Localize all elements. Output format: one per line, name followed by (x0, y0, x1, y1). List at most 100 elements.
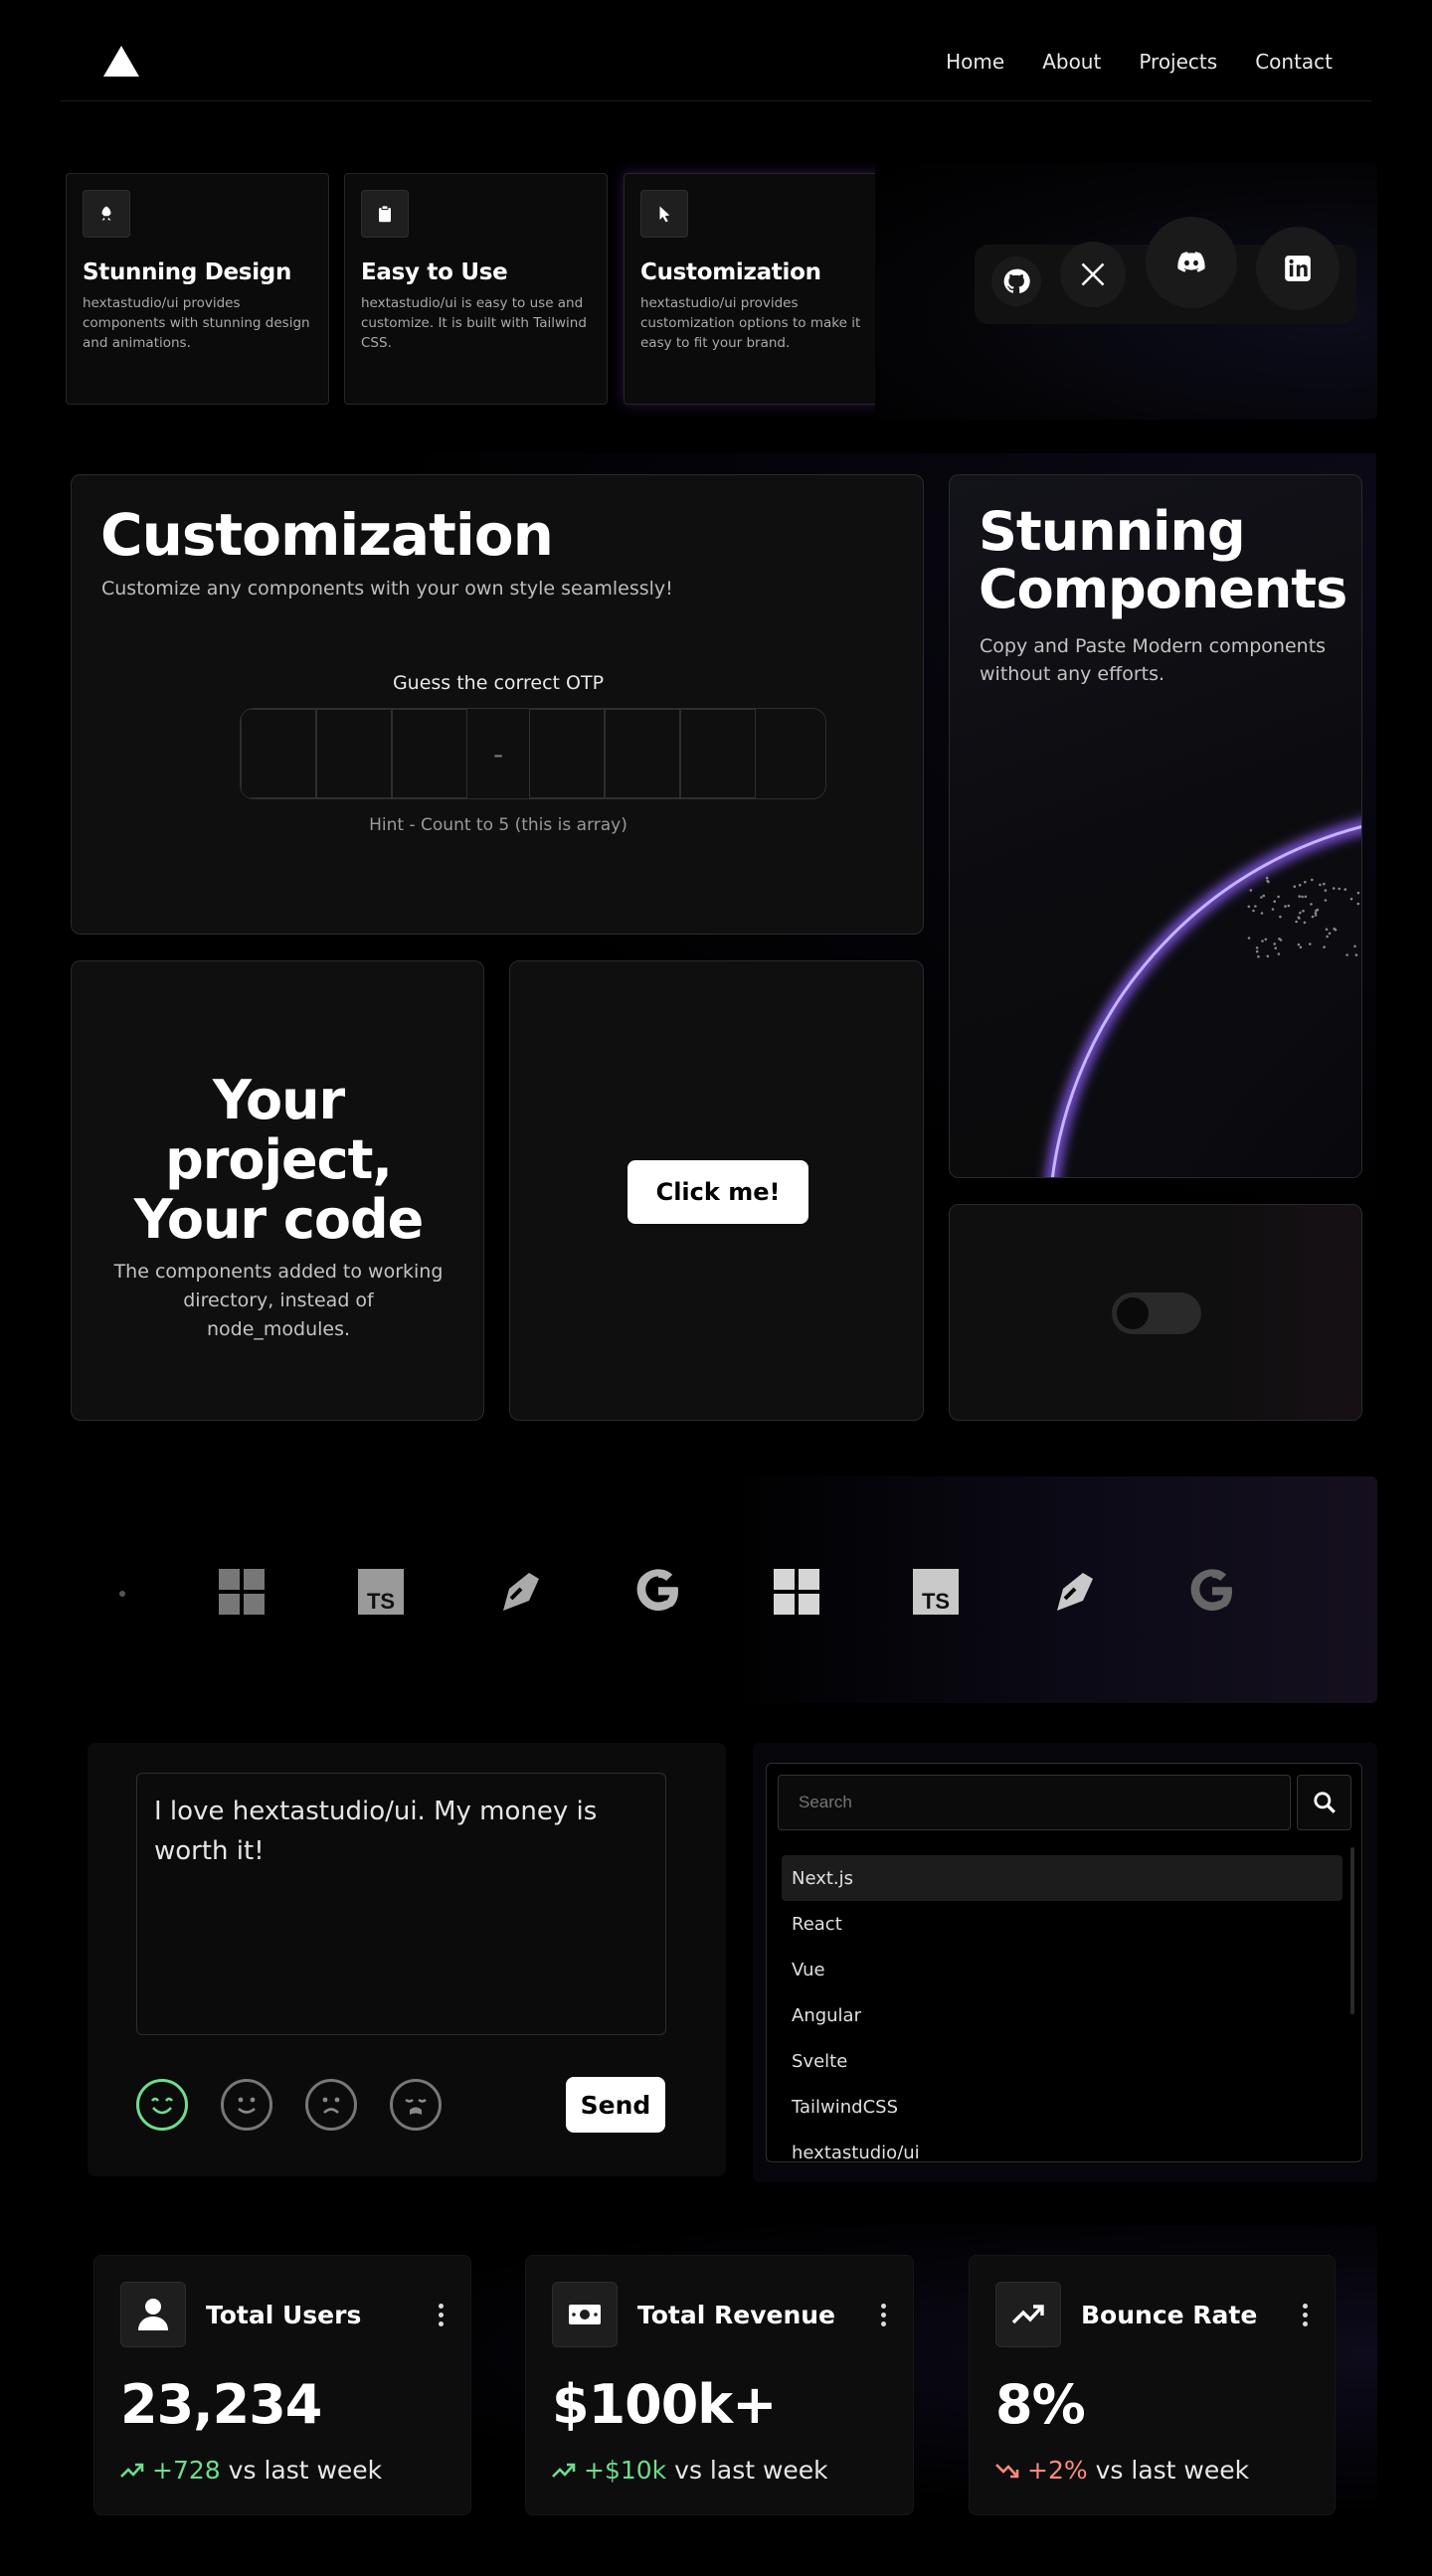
more-options-icon[interactable] (1303, 2303, 1309, 2326)
search-list-scrollbar[interactable] (1350, 1847, 1354, 2014)
globe-dot (1266, 954, 1270, 958)
otp-input-group: - (240, 708, 826, 799)
typescript-icon: TS (913, 1569, 959, 1619)
otp-label: Guess the correct OTP (392, 672, 605, 694)
otp-digit-input[interactable] (605, 709, 680, 798)
x-icon[interactable] (1060, 242, 1126, 307)
feature-card[interactable]: Customization hextastudio/ui provides cu… (624, 173, 887, 405)
feature-card[interactable]: Stunning Design hextastudio/ui provides … (66, 173, 329, 405)
triangle-logo-icon[interactable] (103, 46, 139, 77)
otp-digit-input[interactable] (680, 709, 756, 798)
click-card: Click me! (509, 960, 924, 1421)
project-desc: The components added to working director… (113, 1261, 444, 1340)
rocket-logo-icon (1051, 1569, 1097, 1619)
crying-emoji-icon[interactable] (390, 2079, 442, 2131)
customization-title: Customization (100, 501, 554, 569)
emoji-picker (136, 2079, 442, 2131)
globe-dot (1343, 888, 1347, 891)
globe-dot (1298, 895, 1301, 898)
linkedin-icon[interactable] (1256, 227, 1340, 310)
globe-dot (1349, 897, 1353, 901)
feature-title: Stunning Design (83, 259, 292, 285)
feedback-textarea[interactable]: I love hextastudio/ui. My money is worth… (136, 1773, 666, 2035)
stat-delta-suffix: vs last week (674, 2456, 828, 2485)
globe-dot (1311, 878, 1314, 882)
feature-card[interactable]: Easy to Use hextastudio/ui is easy to us… (344, 173, 608, 405)
otp-digit-input[interactable] (529, 709, 605, 798)
globe-dot (1345, 953, 1348, 956)
globe-dot (1310, 903, 1313, 906)
globe-dot (1273, 943, 1276, 945)
globe-dot (1297, 916, 1301, 919)
discord-icon[interactable] (1146, 217, 1237, 308)
globe-dot (1298, 883, 1302, 887)
toggle-knob (1117, 1297, 1149, 1329)
trend-up-icon (120, 2463, 144, 2478)
nav-link-contact[interactable]: Contact (1255, 50, 1333, 74)
globe-dot (1261, 940, 1264, 943)
globe-dot (1247, 937, 1251, 940)
list-item[interactable]: hextastudio/ui (782, 2130, 1342, 2160)
list-item[interactable]: Svelte (782, 2038, 1342, 2084)
globe-dot (1325, 928, 1329, 932)
money-icon (552, 2282, 618, 2347)
rocket-logo-icon (497, 1569, 543, 1619)
globe-dot (1297, 943, 1301, 946)
stat-value: $100k+ (552, 2373, 777, 2436)
globe-dot (1255, 946, 1259, 949)
windows-icon (219, 1569, 265, 1619)
globe-dot (1314, 912, 1318, 915)
globe-dot (1255, 949, 1259, 953)
search-button[interactable] (1297, 1775, 1351, 1830)
otp-digit-input[interactable] (241, 709, 316, 798)
globe-dot (1277, 895, 1280, 899)
project-title: Your project, Your code (133, 1069, 425, 1251)
google-icon (1188, 1567, 1236, 1619)
globe-dot (1333, 927, 1336, 931)
happy-emoji-icon[interactable] (136, 2079, 188, 2131)
list-item[interactable]: Next.js (782, 1855, 1342, 1901)
globe-dot (1273, 900, 1276, 903)
search-icon (1313, 1792, 1336, 1813)
list-item[interactable]: Angular (782, 1992, 1342, 2038)
trend-down-icon (995, 2463, 1019, 2478)
neutral-emoji-icon[interactable] (221, 2079, 272, 2131)
more-options-icon[interactable] (439, 2303, 445, 2326)
send-button[interactable]: Send (566, 2077, 665, 2133)
globe-dot (1324, 889, 1328, 892)
globe-dot (1260, 896, 1263, 899)
trend-up-icon (552, 2463, 576, 2478)
toggle-card (949, 1204, 1362, 1421)
more-options-icon[interactable] (881, 2303, 887, 2326)
stat-card: Bounce Rate 8% +2% vs last week (969, 2255, 1336, 2515)
stat-delta-value: +$10k (584, 2456, 667, 2485)
globe-dot (1323, 945, 1326, 948)
nav-link-about[interactable]: About (1042, 50, 1101, 74)
search-input[interactable] (778, 1775, 1291, 1830)
globe-dot (1254, 905, 1257, 908)
click-me-button[interactable]: Click me! (627, 1160, 808, 1224)
github-icon[interactable] (991, 257, 1041, 306)
globe-dot (1284, 905, 1287, 908)
otp-digit-input[interactable] (392, 709, 467, 798)
globe-illustration (1046, 820, 1361, 1177)
list-item[interactable]: TailwindCSS (782, 2084, 1342, 2130)
globe-dot (1356, 902, 1360, 906)
stat-value: 23,234 (120, 2373, 322, 2436)
otp-digit-input[interactable] (316, 709, 392, 798)
nav-link-projects[interactable]: Projects (1139, 50, 1217, 74)
list-item[interactable]: React (782, 1901, 1342, 1947)
toggle-switch[interactable] (1112, 1292, 1201, 1334)
globe-dot (1354, 953, 1358, 956)
globe-dot (1295, 920, 1298, 924)
google-icon (634, 1567, 682, 1619)
nav-link-home[interactable]: Home (946, 50, 1004, 74)
svg-text:TS: TS (367, 1589, 395, 1614)
sad-emoji-icon[interactable] (305, 2079, 357, 2131)
stat-delta: +$10k vs last week (552, 2456, 887, 2485)
globe-dot (1293, 885, 1297, 888)
stat-delta-suffix: vs last week (228, 2456, 383, 2485)
list-item[interactable]: Vue (782, 1947, 1342, 1992)
globe-dot (1338, 887, 1341, 891)
stat-delta-suffix: vs last week (1095, 2456, 1250, 2485)
